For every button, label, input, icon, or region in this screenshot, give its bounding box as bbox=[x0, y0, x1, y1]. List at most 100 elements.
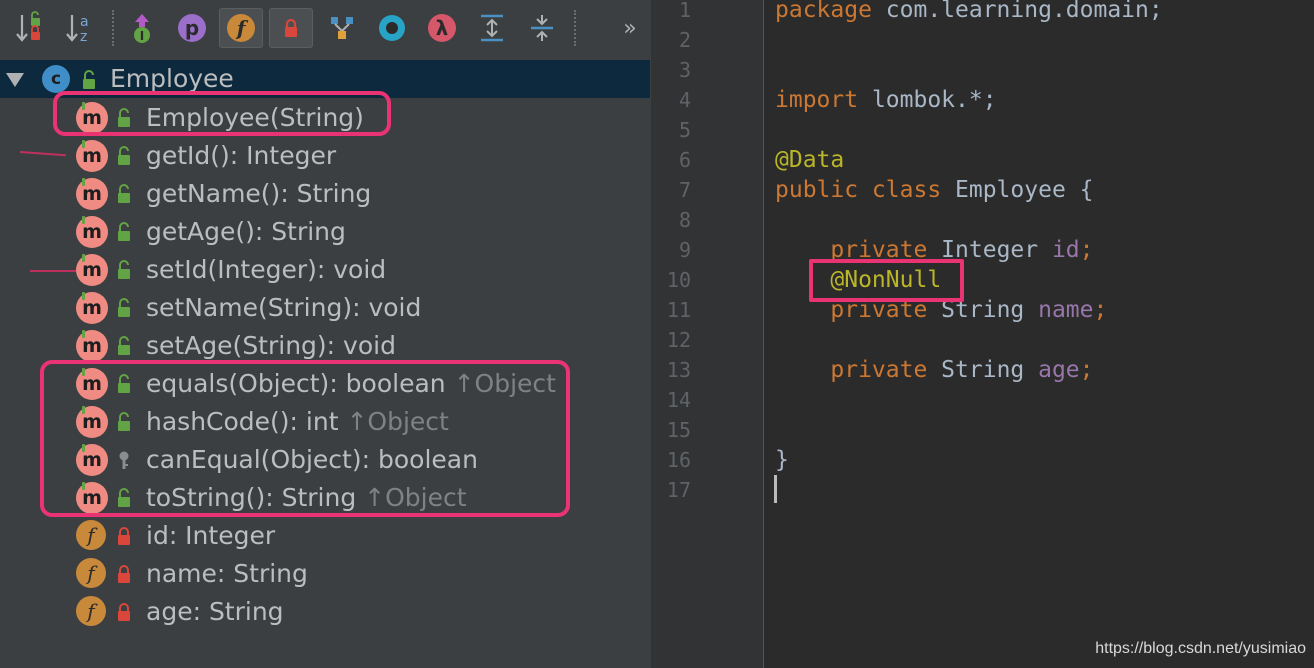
method-row[interactable]: m setId(Integer): void bbox=[0, 250, 650, 288]
structure-panel: a z I p f λ » c Employee m Employee(Stri… bbox=[0, 0, 650, 668]
code-line-1[interactable]: package com.learning.domain; bbox=[775, 0, 1163, 25]
member-label: setId(Integer): void bbox=[146, 255, 387, 284]
member-label: id: Integer bbox=[146, 521, 276, 550]
public-visibility-icon bbox=[118, 184, 130, 203]
code-line-4[interactable]: import lombok.*; bbox=[775, 85, 997, 115]
svg-text:z: z bbox=[80, 29, 87, 45]
sort-by-visibility-icon bbox=[16, 11, 40, 42]
toolbar-separator bbox=[112, 10, 115, 46]
object-methods-highlight bbox=[40, 360, 570, 517]
show-fields-button[interactable]: f bbox=[219, 8, 263, 48]
show-lambdas-button[interactable]: λ bbox=[420, 8, 464, 48]
public-visibility-icon bbox=[118, 146, 130, 165]
show-hierarchy-button[interactable] bbox=[320, 8, 364, 48]
line-number: 11 bbox=[666, 298, 691, 322]
member-label: getName(): String bbox=[146, 179, 372, 208]
line-number: 9 bbox=[678, 238, 691, 262]
nonnull-highlight bbox=[809, 259, 964, 302]
public-visibility-icon bbox=[118, 222, 130, 241]
show-non-public-icon bbox=[285, 18, 297, 37]
line-number: 10 bbox=[666, 268, 691, 292]
line-number: 2 bbox=[678, 28, 691, 52]
show-properties-button[interactable]: p bbox=[170, 8, 214, 48]
collapse-all-icon bbox=[531, 15, 553, 41]
line-number: 8 bbox=[678, 208, 691, 232]
more-toolbar-button[interactable]: » bbox=[608, 8, 652, 48]
private-visibility-icon bbox=[118, 527, 130, 545]
member-label: getId(): Integer bbox=[146, 141, 337, 170]
method-icon: m bbox=[76, 254, 108, 286]
method-row[interactable]: m getAge(): String bbox=[0, 212, 650, 250]
class-icon: c bbox=[42, 65, 70, 93]
show-inherited-icon: I bbox=[134, 14, 150, 43]
field-icon: f bbox=[76, 596, 106, 626]
watermark: https://blog.csdn.net/yusimiao bbox=[1095, 640, 1306, 657]
method-icon: m bbox=[76, 140, 108, 172]
line-number: 5 bbox=[678, 118, 691, 142]
show-inherited-button[interactable]: I bbox=[120, 8, 164, 48]
pen-stroke bbox=[30, 270, 76, 272]
expand-arrow-icon[interactable] bbox=[4, 70, 26, 90]
line-number-gutter: 1 2 3 4 5 6 7 8 9 10 11 12 13 14 15 16 17 bbox=[650, 0, 763, 668]
method-row[interactable]: m getName(): String bbox=[0, 174, 650, 212]
method-icon: m bbox=[76, 292, 108, 324]
field-icon: f bbox=[76, 520, 106, 550]
public-visibility-icon bbox=[118, 336, 130, 355]
public-visibility-icon bbox=[83, 70, 95, 89]
constructor-highlight bbox=[53, 91, 391, 136]
code-line-16[interactable]: } bbox=[775, 445, 789, 475]
method-icon: m bbox=[76, 216, 108, 248]
show-non-public-button[interactable] bbox=[269, 8, 313, 48]
text-caret bbox=[774, 475, 777, 503]
autoscroll-button[interactable] bbox=[370, 8, 414, 48]
line-number: 3 bbox=[678, 58, 691, 82]
line-number: 15 bbox=[666, 418, 691, 442]
member-label: setAge(String): void bbox=[146, 331, 396, 360]
show-hierarchy-icon bbox=[331, 17, 353, 39]
member-label: age: String bbox=[146, 597, 284, 626]
collapse-all-button[interactable] bbox=[520, 8, 564, 48]
structure-toolbar: a z I p f λ » bbox=[0, 0, 650, 58]
line-number: 7 bbox=[678, 178, 691, 202]
autoscroll-icon bbox=[379, 15, 405, 41]
sort-by-visibility-button[interactable] bbox=[8, 8, 52, 48]
show-lambdas-icon: λ bbox=[428, 14, 456, 42]
public-visibility-icon bbox=[118, 260, 130, 279]
gutter-divider bbox=[763, 0, 764, 668]
method-row[interactable]: m setAge(String): void bbox=[0, 326, 650, 364]
member-label: setName(String): void bbox=[146, 293, 422, 322]
field-icon: f bbox=[76, 558, 106, 588]
line-number: 4 bbox=[678, 88, 691, 112]
show-properties-icon: p bbox=[178, 14, 206, 42]
expand-all-button[interactable] bbox=[470, 8, 514, 48]
svg-text:I: I bbox=[140, 29, 144, 43]
code-line-6[interactable]: @Data bbox=[775, 145, 844, 175]
line-number: 6 bbox=[678, 148, 691, 172]
sort-alphabetically-button[interactable]: a z bbox=[58, 8, 102, 48]
line-number: 13 bbox=[666, 358, 691, 382]
show-fields-icon: f bbox=[227, 14, 255, 42]
code-line-13[interactable]: private String age; bbox=[775, 355, 1093, 385]
code-line-7[interactable]: public class Employee { bbox=[775, 175, 1094, 205]
method-icon: m bbox=[76, 178, 108, 210]
member-label: getAge(): String bbox=[146, 217, 346, 246]
method-row[interactable]: m setName(String): void bbox=[0, 288, 650, 326]
line-number: 17 bbox=[666, 478, 691, 502]
field-row[interactable]: f id: Integer bbox=[0, 516, 650, 554]
line-number: 1 bbox=[678, 0, 691, 22]
line-number: 12 bbox=[666, 328, 691, 352]
method-row[interactable]: m getId(): Integer bbox=[0, 136, 650, 174]
chevron-right-icon: » bbox=[623, 15, 637, 41]
svg-text:a: a bbox=[80, 14, 89, 30]
private-visibility-icon bbox=[118, 565, 130, 583]
toolbar-separator bbox=[574, 10, 577, 46]
field-row[interactable]: f age: String bbox=[0, 592, 650, 630]
sort-alphabetically-icon: a z bbox=[66, 14, 89, 45]
member-label: name: String bbox=[146, 559, 308, 588]
line-number: 16 bbox=[666, 448, 691, 472]
method-icon: m bbox=[76, 330, 108, 362]
code-editor[interactable]: 1 2 3 4 5 6 7 8 9 10 11 12 13 14 15 16 17 package com.le… bbox=[650, 0, 1314, 668]
line-number: 14 bbox=[666, 388, 691, 412]
field-row[interactable]: f name: String bbox=[0, 554, 650, 592]
private-visibility-icon bbox=[118, 603, 130, 621]
